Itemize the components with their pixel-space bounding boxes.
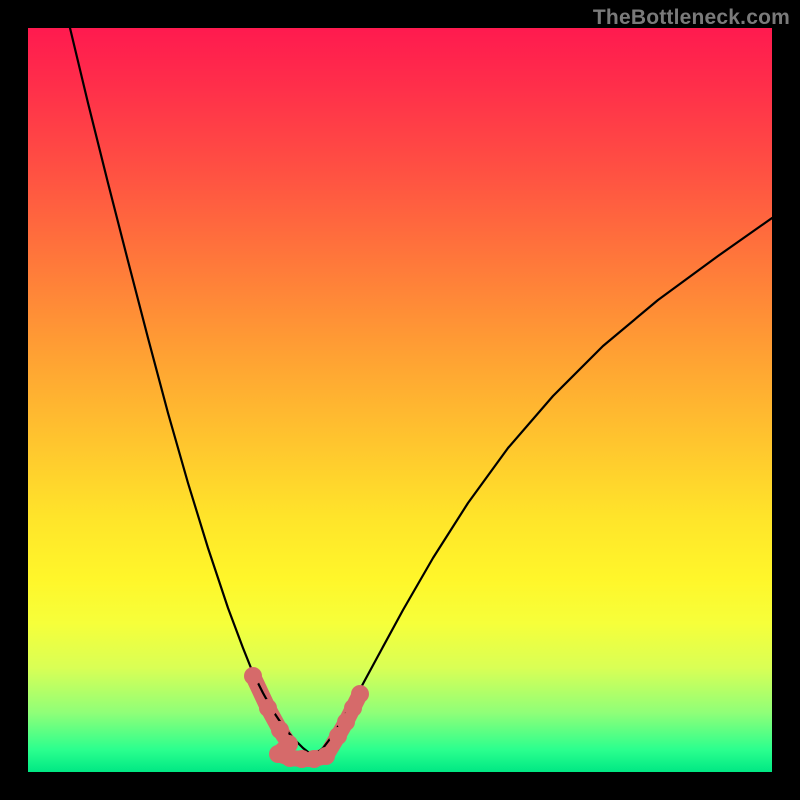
plot-area [28, 28, 772, 772]
marker-markers-bottom [317, 747, 335, 765]
series-curve-left [70, 28, 313, 756]
marker-markers-left [244, 667, 262, 685]
marker-markers-left [259, 699, 277, 717]
marker-markers-right [351, 685, 369, 703]
series-curve-right [313, 218, 772, 756]
outer-frame: TheBottleneck.com [0, 0, 800, 800]
chart-svg [28, 28, 772, 772]
watermark-text: TheBottleneck.com [593, 6, 790, 30]
